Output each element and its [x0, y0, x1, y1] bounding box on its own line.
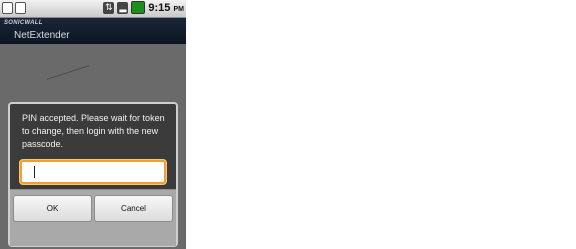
usb-icon: ψ	[15, 2, 26, 14]
dialog-message: PIN accepted. Please wait for token to c…	[22, 113, 165, 149]
app-title: NetExtender	[14, 30, 70, 41]
passcode-input[interactable]	[20, 160, 166, 184]
battery-icon	[131, 1, 146, 14]
background-line	[46, 65, 90, 80]
sd-card-icon	[2, 2, 13, 14]
ok-button[interactable]: OK	[13, 195, 92, 222]
data-icon: ⇅	[103, 1, 115, 14]
pin-dialog: PIN accepted. Please wait for token to c…	[8, 102, 178, 247]
status-left-icons: ψ	[2, 2, 26, 14]
clock: 9:15 PM	[148, 2, 184, 14]
clock-time: 9:15	[148, 1, 171, 14]
status-bar: ψ ⇅ ▂ 9:15 PM	[0, 0, 186, 18]
phone-screen: ψ ⇅ ▂ 9:15 PM SONICWALL NetExtender PIN …	[0, 0, 186, 249]
clock-ampm: PM	[173, 5, 185, 13]
dialog-button-bar: OK Cancel	[10, 189, 176, 246]
cancel-button[interactable]: Cancel	[94, 195, 173, 222]
sonicwall-logo: SONICWALL	[4, 20, 43, 26]
status-right-icons: ⇅ ▂ 9:15 PM	[103, 1, 184, 14]
app-title-bar: SONICWALL NetExtender	[0, 18, 186, 44]
signal-icon: ▂	[117, 1, 129, 14]
text-cursor	[34, 166, 35, 178]
